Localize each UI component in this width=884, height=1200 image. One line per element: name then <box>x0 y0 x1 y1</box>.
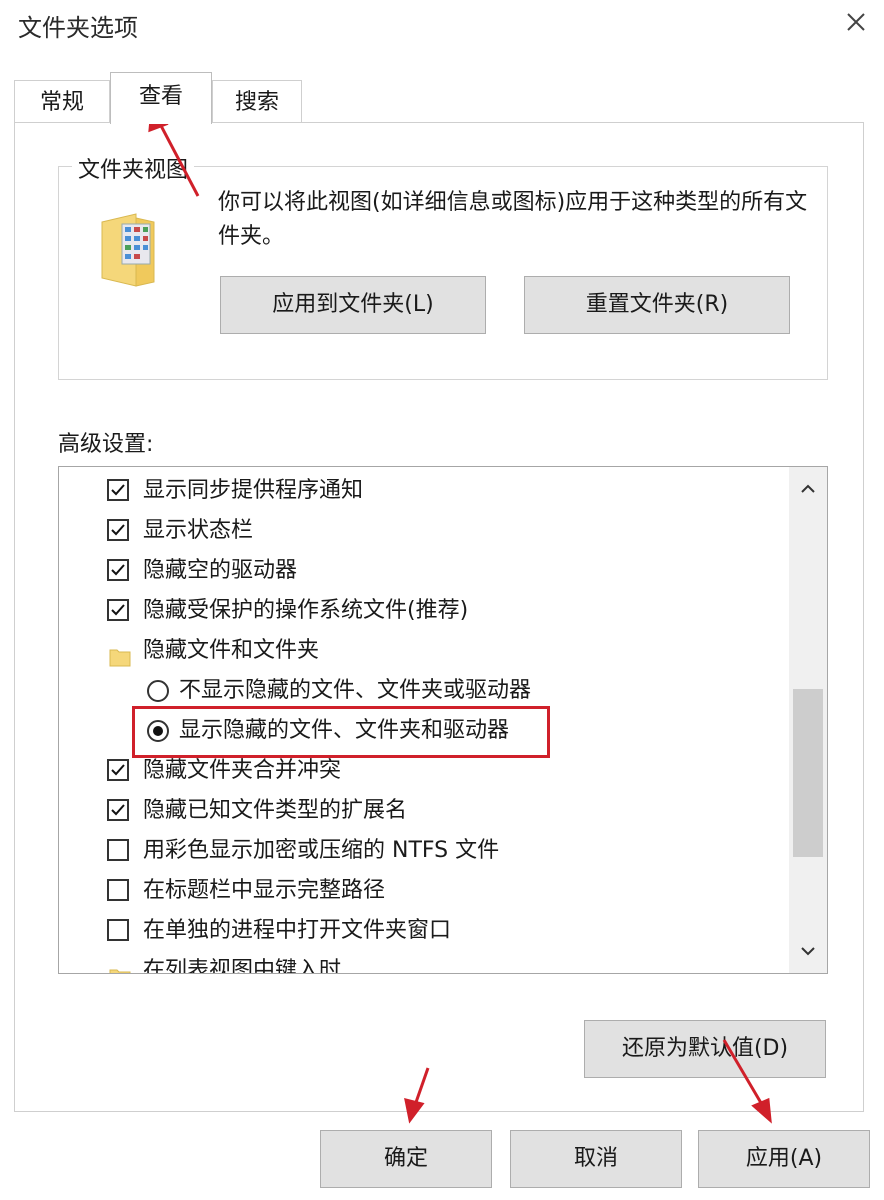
folder-icon <box>109 961 131 973</box>
checkbox-checked[interactable] <box>107 479 129 501</box>
list-item[interactable]: 在列表视图中键入时 <box>59 951 789 974</box>
list-item[interactable]: 用彩色显示加密或压缩的 NTFS 文件 <box>59 831 789 871</box>
close-icon[interactable] <box>838 4 874 40</box>
list-item-label: 隐藏已知文件类型的扩展名 <box>143 798 408 823</box>
tab-general[interactable]: 常规 <box>14 80 110 122</box>
list-item-label: 用彩色显示加密或压缩的 NTFS 文件 <box>143 838 500 863</box>
checkbox-checked[interactable] <box>107 799 129 821</box>
list-item[interactable]: 隐藏空的驱动器 <box>59 551 789 591</box>
list-item[interactable]: 隐藏受保护的操作系统文件(推荐) <box>59 591 789 631</box>
list-item-label: 在标题栏中显示完整路径 <box>143 878 386 903</box>
list-item[interactable]: 隐藏已知文件类型的扩展名 <box>59 791 789 831</box>
list-item-label: 隐藏空的驱动器 <box>143 558 298 583</box>
list-item[interactable]: 显示状态栏 <box>59 511 789 551</box>
apply-to-folders-button[interactable]: 应用到文件夹(L) <box>220 276 486 334</box>
list-item[interactable]: 显示同步提供程序通知 <box>59 471 789 511</box>
tab-search[interactable]: 搜索 <box>212 80 302 122</box>
checkbox-checked[interactable] <box>107 519 129 541</box>
radio[interactable] <box>147 680 169 702</box>
checkbox[interactable] <box>107 879 129 901</box>
list-item-label: 在列表视图中键入时 <box>143 958 342 974</box>
checkbox[interactable] <box>107 919 129 941</box>
list-item-label: 隐藏受保护的操作系统文件(推荐) <box>143 598 469 623</box>
tab-view[interactable]: 查看 <box>110 72 212 124</box>
checkbox[interactable] <box>107 839 129 861</box>
folder-view-icon <box>100 212 156 288</box>
list-item-label: 显示同步提供程序通知 <box>143 478 364 503</box>
advanced-settings-label: 高级设置: <box>58 432 154 457</box>
folder-views-description: 你可以将此视图(如详细信息或图标)应用于这种类型的所有文件夹。 <box>218 190 808 249</box>
list-item[interactable]: 在标题栏中显示完整路径 <box>59 871 789 911</box>
list-item[interactable]: 不显示隐藏的文件、文件夹或驱动器 <box>59 671 789 711</box>
restore-defaults-button[interactable]: 还原为默认值(D) <box>584 1020 826 1078</box>
list-item-label: 在单独的进程中打开文件夹窗口 <box>143 918 452 943</box>
window-title: 文件夹选项 <box>18 14 138 42</box>
list-item[interactable]: 在单独的进程中打开文件夹窗口 <box>59 911 789 951</box>
checkbox-checked[interactable] <box>107 559 129 581</box>
list-item[interactable]: 隐藏文件和文件夹 <box>59 631 789 671</box>
apply-button[interactable]: 应用(A) <box>698 1130 870 1188</box>
folder-views-title: 文件夹视图 <box>72 152 195 184</box>
checkbox-checked[interactable] <box>107 759 129 781</box>
cancel-button[interactable]: 取消 <box>510 1130 682 1188</box>
list-item-label: 不显示隐藏的文件、文件夹或驱动器 <box>179 678 532 703</box>
scrollbar[interactable] <box>789 467 827 973</box>
folder-icon <box>109 641 131 667</box>
ok-button[interactable]: 确定 <box>320 1130 492 1188</box>
scrollbar-thumb[interactable] <box>793 689 823 857</box>
scroll-down-icon[interactable] <box>789 929 827 973</box>
checkbox-checked[interactable] <box>107 599 129 621</box>
scroll-up-icon[interactable] <box>789 467 827 511</box>
reset-folders-button[interactable]: 重置文件夹(R) <box>524 276 790 334</box>
list-item-label: 显示状态栏 <box>143 518 254 543</box>
list-item-label: 隐藏文件和文件夹 <box>143 638 320 663</box>
highlight-box <box>132 706 550 758</box>
